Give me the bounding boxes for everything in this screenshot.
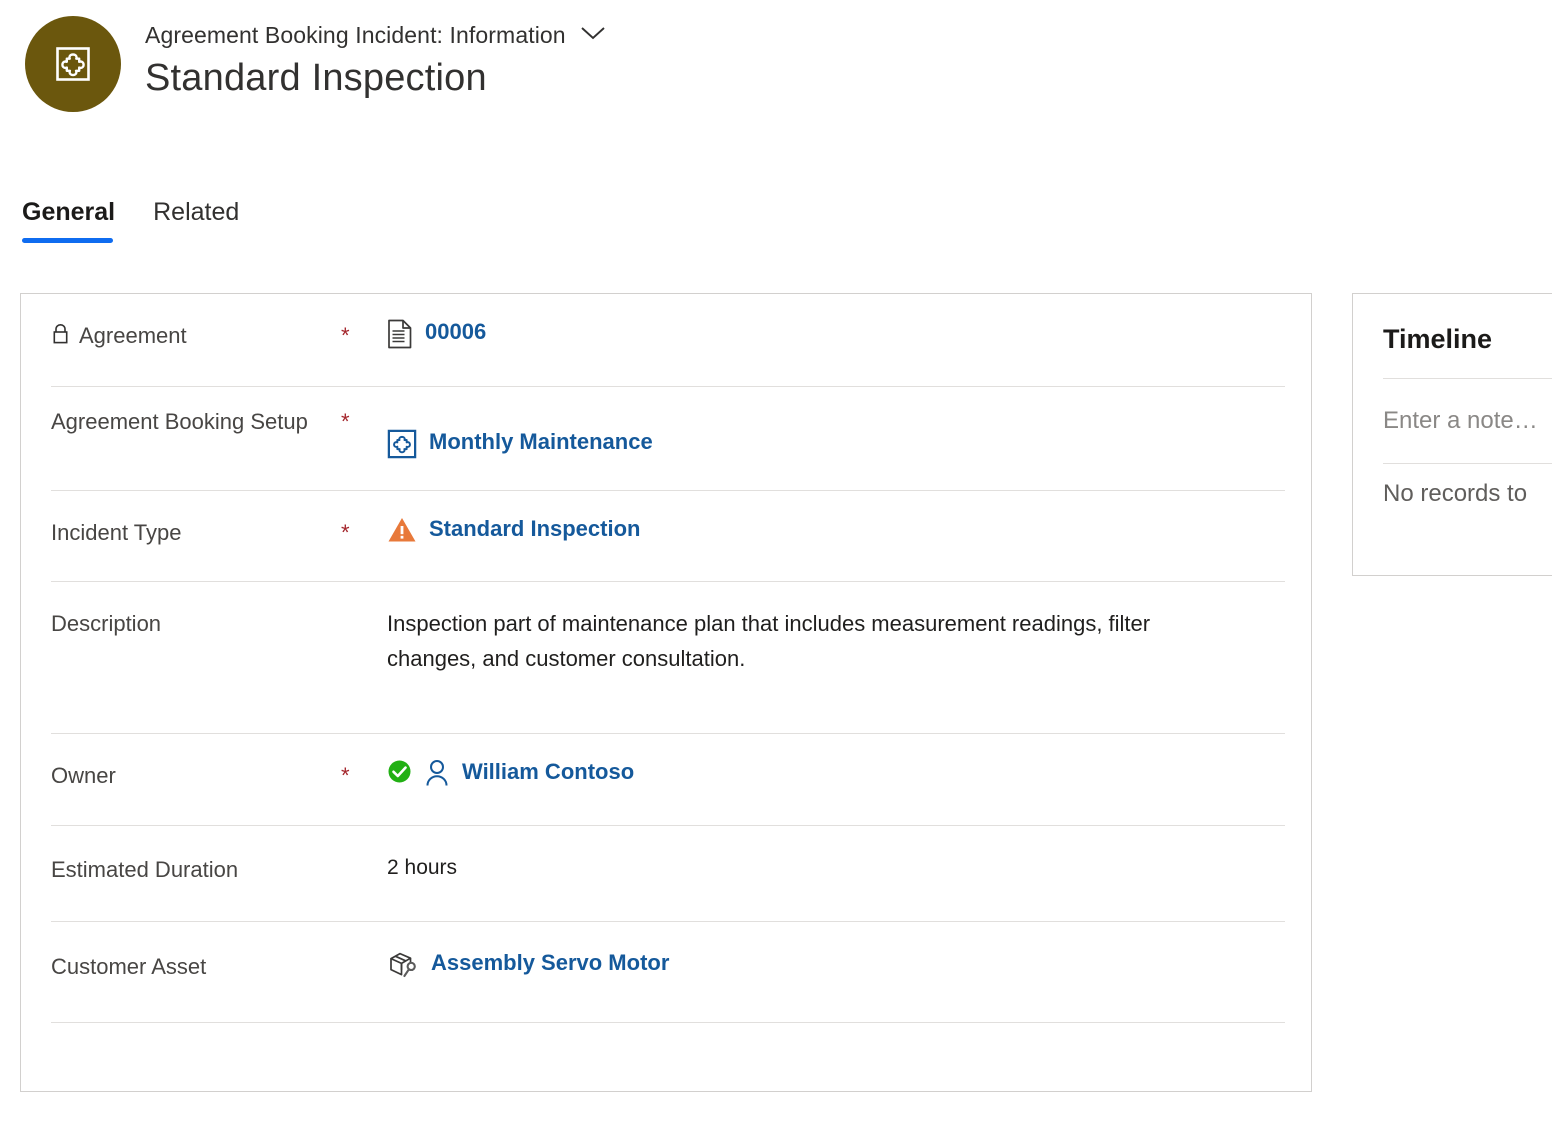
required-marker-incident-type: *: [341, 520, 350, 545]
general-form-card: Agreement * 00006 Agreement Booking Setu…: [20, 293, 1312, 1092]
required-marker-description: [341, 607, 387, 613]
field-row-agreement-booking-setup: Agreement Booking Setup * Monthly Mainte…: [21, 387, 1311, 491]
field-label-description: Description: [51, 611, 162, 636]
tab-strip: General Related: [22, 198, 239, 243]
description-text: Inspection part of maintenance plan that…: [387, 611, 1151, 671]
field-value-estimated-duration[interactable]: 2 hours: [387, 853, 1311, 880]
field-label-agreement: Agreement: [79, 323, 187, 348]
required-marker-customer-asset: [341, 950, 387, 956]
link-assembly-servo-motor[interactable]: Assembly Servo Motor: [431, 950, 669, 976]
field-row-customer-asset: Customer Asset Assembly Servo Motor: [21, 922, 1311, 1023]
tab-general[interactable]: General: [22, 198, 115, 243]
field-value-description[interactable]: Inspection part of maintenance plan that…: [387, 607, 1311, 677]
chevron-down-icon[interactable]: [580, 25, 606, 46]
puzzle-square-icon: [387, 429, 417, 459]
page-header: Agreement Booking Incident: Information …: [0, 0, 1552, 150]
field-label-customer-asset: Customer Asset: [51, 954, 207, 979]
green-check-icon: [387, 759, 412, 784]
document-icon: [387, 319, 413, 349]
field-label-estimated-duration: Estimated Duration: [51, 857, 239, 882]
required-marker-estimated-duration: [341, 853, 387, 859]
field-value-incident-type: Standard Inspection: [387, 516, 1311, 543]
field-row-owner: Owner * William Contoso: [21, 734, 1311, 826]
lock-icon: [51, 323, 70, 353]
required-marker-agreement: *: [341, 323, 350, 348]
field-value-customer-asset: Assembly Servo Motor: [387, 950, 1311, 980]
page-title: Standard Inspection: [145, 57, 487, 99]
timeline-title: Timeline: [1383, 324, 1493, 354]
field-label-incident-type: Incident Type: [51, 520, 182, 545]
row-divider: [51, 1022, 1285, 1023]
timeline-empty-message: No records to: [1383, 480, 1528, 507]
record-avatar: [25, 16, 121, 112]
field-value-agreement: 00006: [387, 319, 1311, 349]
person-icon: [424, 759, 450, 787]
field-label-owner: Owner: [51, 763, 116, 788]
timeline-panel: Timeline Enter a note… No records to: [1352, 293, 1552, 576]
field-row-agreement: Agreement * 00006: [21, 294, 1311, 387]
required-marker-agreement-booking-setup: *: [341, 409, 350, 434]
asset-box-wrench-icon: [387, 950, 419, 980]
field-value-agreement-booking-setup: Monthly Maintenance: [387, 407, 1311, 459]
link-agreement-00006[interactable]: 00006: [425, 319, 486, 345]
estimated-duration-value: 2 hours: [387, 856, 458, 879]
link-standard-inspection[interactable]: Standard Inspection: [429, 516, 640, 542]
field-row-description: Description Inspection part of maintenan…: [21, 582, 1311, 734]
link-monthly-maintenance[interactable]: Monthly Maintenance: [429, 429, 653, 455]
link-owner-william-contoso[interactable]: William Contoso: [462, 759, 634, 785]
field-label-agreement-wrap: Agreement: [51, 319, 341, 353]
field-row-incident-type: Incident Type * Standard Inspection: [21, 491, 1311, 582]
field-value-owner: William Contoso: [387, 759, 1311, 787]
field-row-estimated-duration: Estimated Duration 2 hours: [21, 826, 1311, 922]
entity-name: Agreement Booking Incident: Information: [145, 21, 566, 48]
required-marker-owner: *: [341, 763, 350, 788]
header-text-block: Agreement Booking Incident: Information …: [145, 18, 606, 100]
puzzle-square-icon: [53, 44, 93, 84]
tab-related[interactable]: Related: [153, 198, 239, 243]
timeline-note-input[interactable]: Enter a note…: [1353, 379, 1552, 435]
warning-triangle-icon: [387, 516, 417, 543]
entity-selector[interactable]: Agreement Booking Incident: Information: [145, 18, 606, 52]
field-label-agreement-booking-setup: Agreement Booking Setup: [51, 409, 308, 434]
